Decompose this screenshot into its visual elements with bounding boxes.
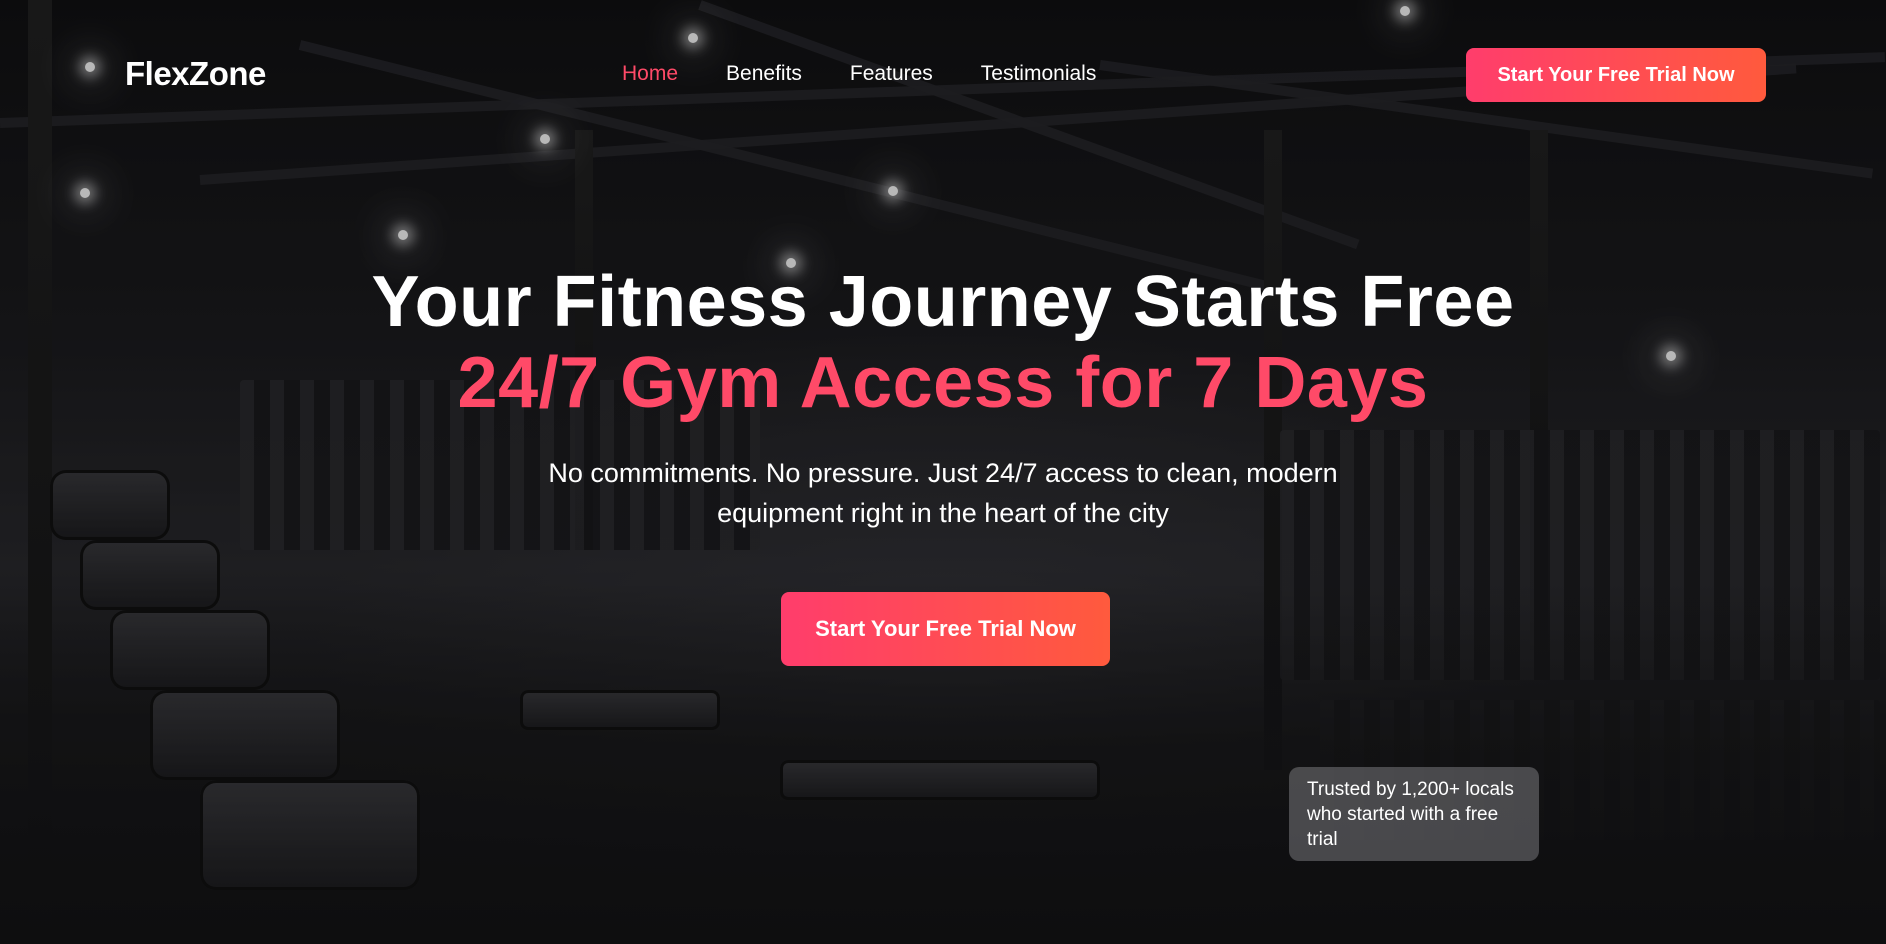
top-navigation: FlexZone Home Benefits Features Testimon… <box>0 0 1886 150</box>
logo[interactable]: FlexZone <box>125 55 266 93</box>
hero-section: FlexZone Home Benefits Features Testimon… <box>0 0 1886 944</box>
hero-free-trial-button[interactable]: Start Your Free Trial Now <box>781 592 1110 666</box>
nav-link-benefits[interactable]: Benefits <box>726 62 802 86</box>
trust-badge: Trusted by 1,200+ locals who started wit… <box>1289 767 1539 861</box>
nav-menu: Home Benefits Features Testimonials <box>622 62 1096 86</box>
hero-title-accent: 24/7 Gym Access for 7 Days <box>457 343 1429 423</box>
nav-link-testimonials[interactable]: Testimonials <box>981 62 1097 86</box>
hero-subtext: No commitments. No pressure. Just 24/7 a… <box>548 458 1338 528</box>
nav-free-trial-button[interactable]: Start Your Free Trial Now <box>1466 48 1766 102</box>
nav-link-features[interactable]: Features <box>850 62 933 86</box>
hero-title: Your Fitness Journey Starts Free <box>371 262 1515 342</box>
nav-link-home[interactable]: Home <box>622 62 678 86</box>
